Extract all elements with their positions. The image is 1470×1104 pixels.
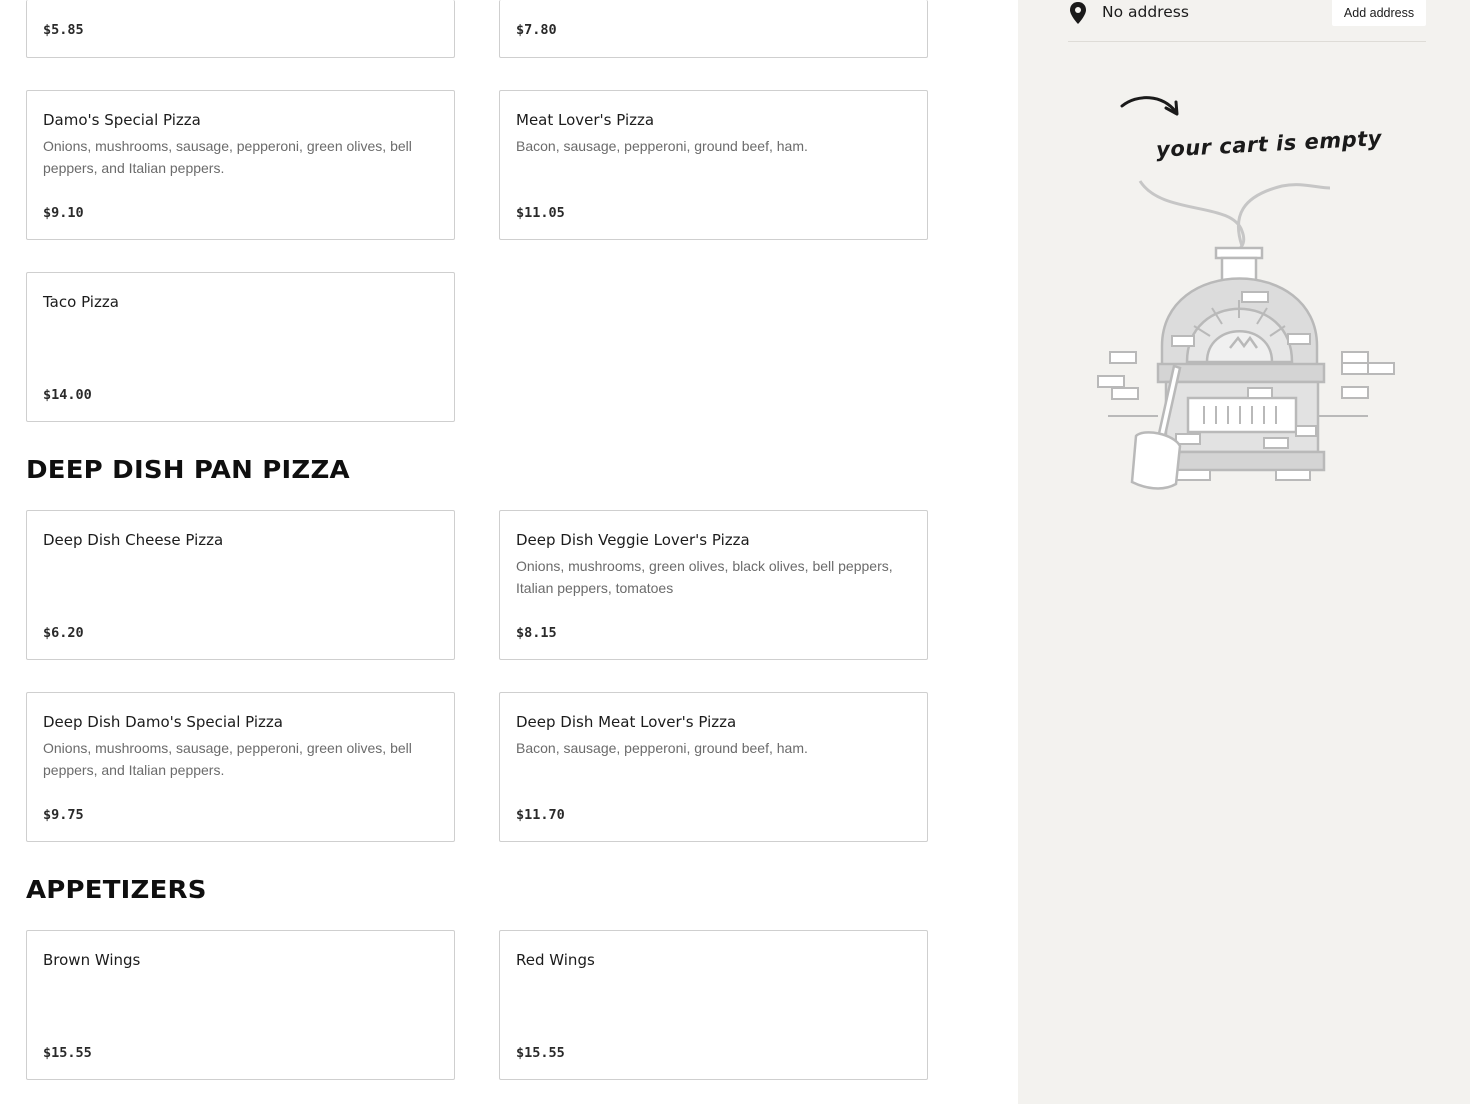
address-text: No address xyxy=(1102,3,1189,21)
item-price: $11.70 xyxy=(516,807,565,823)
menu-list: $5.85 $7.80 Damo's Special Pizza Onions,… xyxy=(0,0,1018,1104)
item-description: Bacon, sausage, pepperoni, ground beef, … xyxy=(516,740,808,756)
item-price: $15.55 xyxy=(516,1045,565,1061)
item-price: $8.15 xyxy=(516,625,557,641)
menu-item-card[interactable]: Damo's Special Pizza Onions, mushrooms, … xyxy=(26,90,455,240)
item-price: $14.00 xyxy=(43,387,92,403)
menu-item-card[interactable]: Deep Dish Cheese Pizza $6.20 xyxy=(26,510,455,660)
menu-item-card[interactable]: Meat Lover's Pizza Bacon, sausage, peppe… xyxy=(499,90,928,240)
menu-item-card[interactable]: $7.80 xyxy=(499,0,928,58)
item-price: $11.05 xyxy=(516,205,565,221)
item-price: $9.75 xyxy=(43,807,84,823)
item-name: Brown Wings xyxy=(43,951,141,969)
add-address-button[interactable]: Add address xyxy=(1332,0,1426,26)
item-name: Deep Dish Damo's Special Pizza xyxy=(43,713,283,731)
item-name: Red Wings xyxy=(516,951,595,969)
menu-item-card[interactable]: Deep Dish Meat Lover's Pizza Bacon, saus… xyxy=(499,692,928,842)
menu-item-card[interactable]: Brown Wings $15.55 xyxy=(26,930,455,1080)
item-name: Taco Pizza xyxy=(43,293,119,311)
item-price: $9.10 xyxy=(43,205,84,221)
location-pin-icon xyxy=(1070,2,1086,24)
item-description: Bacon, sausage, pepperoni, ground beef, … xyxy=(516,138,808,154)
item-name: Meat Lover's Pizza xyxy=(516,111,655,129)
item-name: Deep Dish Meat Lover's Pizza xyxy=(516,713,737,731)
address-row: No address Add address xyxy=(1068,0,1426,42)
item-price: $15.55 xyxy=(43,1045,92,1061)
menu-item-card[interactable]: Deep Dish Damo's Special Pizza Onions, m… xyxy=(26,692,455,842)
menu-item-card[interactable]: Red Wings $15.55 xyxy=(499,930,928,1080)
item-price: $5.85 xyxy=(43,22,84,38)
item-description: Onions, mushrooms, sausage, pepperoni, g… xyxy=(43,138,412,176)
cart-panel: No address Add address your cart is empt… xyxy=(1018,0,1470,1104)
item-price: $7.80 xyxy=(516,22,557,38)
item-description: Onions, mushrooms, sausage, pepperoni, g… xyxy=(43,740,412,778)
item-name: Damo's Special Pizza xyxy=(43,111,201,129)
section-title: DEEP DISH PAN PIZZA xyxy=(26,455,350,484)
item-price: $6.20 xyxy=(43,625,84,641)
section-title: APPETIZERS xyxy=(26,875,207,904)
item-name: Deep Dish Veggie Lover's Pizza xyxy=(516,531,750,549)
menu-item-card[interactable]: Taco Pizza $14.00 xyxy=(26,272,455,422)
item-description: Onions, mushrooms, green olives, black o… xyxy=(516,558,893,596)
menu-item-card[interactable]: $5.85 xyxy=(26,0,455,58)
item-name: Deep Dish Cheese Pizza xyxy=(43,531,224,549)
menu-item-card[interactable]: Deep Dish Veggie Lover's Pizza Onions, m… xyxy=(499,510,928,660)
